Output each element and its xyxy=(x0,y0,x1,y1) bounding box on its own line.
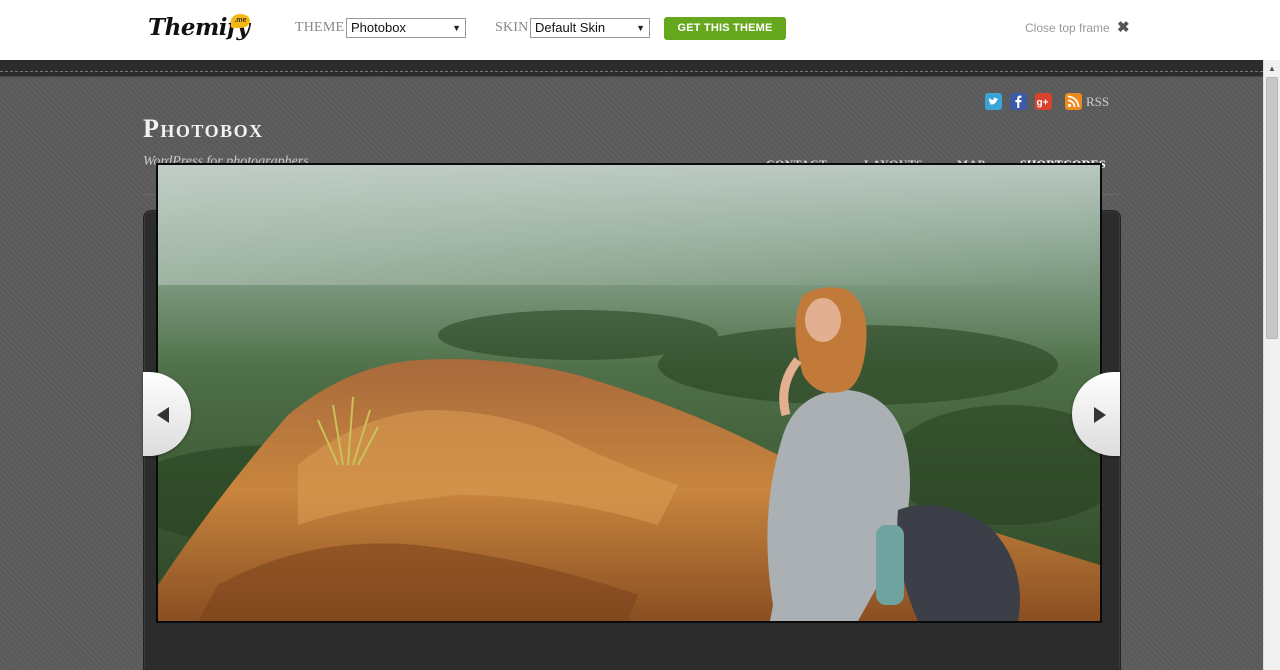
close-icon[interactable]: ✖ xyxy=(1117,18,1130,36)
themify-logo[interactable]: Themify .me xyxy=(148,12,258,44)
site-title[interactable]: Photobox xyxy=(143,114,264,144)
triangle-right-icon xyxy=(1094,407,1106,423)
logo-badge: .me xyxy=(231,14,250,28)
twitter-icon[interactable] xyxy=(985,93,1002,110)
skin-select[interactable]: Default Skin ▼ xyxy=(530,18,650,38)
theme-select-value: Photobox xyxy=(351,20,406,35)
stitched-top-bar xyxy=(0,60,1263,77)
demo-top-frame: Themify .me THEME Photobox ▼ SKIN Defaul… xyxy=(0,0,1280,60)
slide-image[interactable] xyxy=(156,163,1102,623)
skin-label: SKIN xyxy=(495,20,529,35)
svg-text:g+: g+ xyxy=(1037,98,1049,109)
dropdown-arrow-icon: ▼ xyxy=(636,23,645,33)
page-scrollbar[interactable]: ▲ xyxy=(1263,60,1280,670)
google-plus-icon[interactable]: g+ xyxy=(1035,93,1052,110)
triangle-left-icon xyxy=(157,407,169,423)
dropdown-arrow-icon: ▼ xyxy=(452,23,461,33)
scroll-up-arrow-icon[interactable]: ▲ xyxy=(1268,64,1276,73)
theme-label: THEME xyxy=(295,20,345,35)
rss-link[interactable]: RSS xyxy=(1086,94,1109,110)
theme-select[interactable]: Photobox ▼ xyxy=(346,18,466,38)
close-top-frame-link[interactable]: Close top frame xyxy=(1025,21,1110,35)
facebook-icon[interactable] xyxy=(1010,93,1027,110)
get-this-theme-button[interactable]: GET THIS THEME xyxy=(664,17,786,40)
rss-icon[interactable] xyxy=(1065,93,1082,110)
skin-select-value: Default Skin xyxy=(535,20,606,35)
scrollbar-thumb[interactable] xyxy=(1266,77,1278,339)
